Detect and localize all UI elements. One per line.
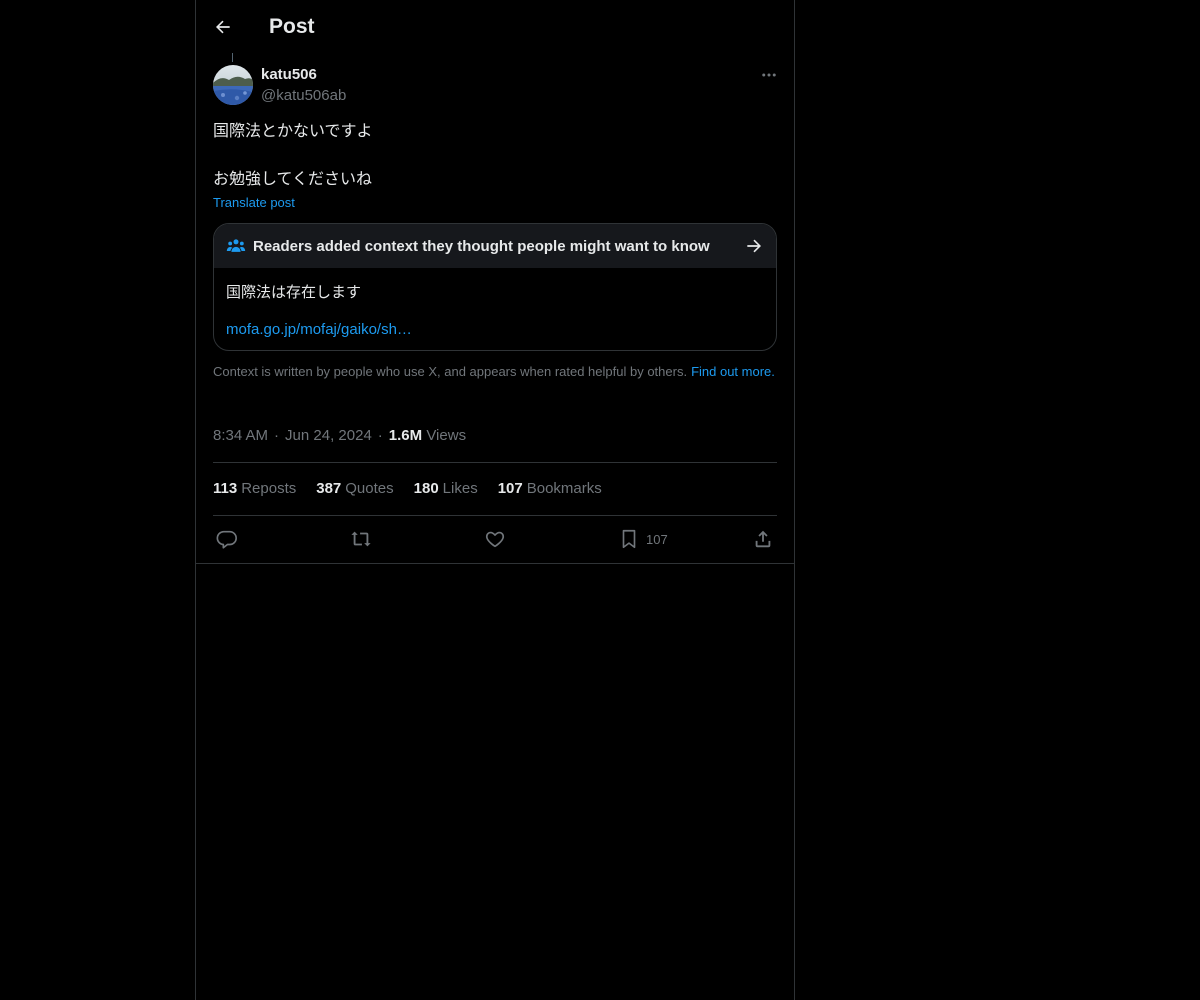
- reposts-stat[interactable]: 113 Reposts: [213, 479, 296, 499]
- community-note-body: 国際法は存在します: [226, 283, 362, 301]
- reply-button[interactable]: [216, 527, 238, 551]
- heart-icon: [485, 531, 505, 548]
- divider: [213, 515, 777, 516]
- page-title: Post: [269, 15, 315, 38]
- repost-icon: [351, 531, 371, 547]
- repost-button[interactable]: [350, 527, 372, 551]
- post-text: 国際法とかないですよ お勉強してくださいね: [213, 119, 373, 191]
- likes-stat[interactable]: 180 Likes: [414, 479, 478, 499]
- bookmark-icon: [622, 529, 636, 549]
- back-button[interactable]: [209, 13, 237, 41]
- post-text-line: 国際法とかないですよ: [213, 121, 373, 140]
- like-button[interactable]: [484, 527, 506, 551]
- community-note-title: Readers added context they thought peopl…: [253, 237, 710, 255]
- bookmark-count: 107: [646, 531, 668, 547]
- bookmarks-stat[interactable]: 107 Bookmarks: [498, 479, 602, 499]
- post-time[interactable]: 8:34 AM: [213, 427, 268, 444]
- more-horizontal-icon: [762, 73, 776, 77]
- post-meta: 8:34 AM · Jun 24, 2024 · 1.6M Views: [213, 427, 467, 444]
- people-icon: [226, 236, 246, 256]
- avatar[interactable]: [213, 65, 253, 105]
- post-bottom-border: [196, 563, 794, 564]
- views-count: 1.6M: [388, 427, 423, 444]
- community-note-footer: Context is written by people who use X, …: [213, 364, 777, 380]
- reply-icon: [216, 530, 237, 549]
- community-note: Readers added context they thought peopl…: [213, 223, 777, 351]
- community-note-link[interactable]: mofa.go.jp/mofaj/gaiko/sh…: [226, 321, 412, 338]
- author-handle[interactable]: @katu506ab: [261, 86, 346, 106]
- translate-post-link[interactable]: Translate post: [213, 195, 295, 210]
- header: Post: [196, 0, 794, 54]
- community-note-header[interactable]: Readers added context they thought peopl…: [214, 224, 776, 268]
- divider: [213, 462, 777, 463]
- share-icon: [755, 530, 771, 548]
- post-text-line: お勉強してくださいね: [213, 169, 373, 188]
- share-button[interactable]: [752, 527, 774, 551]
- quotes-stat[interactable]: 387 Quotes: [316, 479, 393, 499]
- arrow-right-icon: [744, 236, 764, 256]
- author-display-name[interactable]: katu506: [261, 65, 317, 85]
- post-column: Post katu506 @katu506ab 国際法とかないですよ お勉強して…: [195, 0, 795, 1000]
- post-date[interactable]: Jun 24, 2024: [285, 427, 372, 444]
- find-out-more-link[interactable]: Find out more.: [691, 364, 775, 379]
- views-label: Views: [426, 427, 467, 444]
- community-note-footer-text: Context is written by people who use X, …: [213, 364, 688, 379]
- bookmark-button[interactable]: 107: [618, 527, 668, 551]
- post-stats: 113 Reposts 387 Quotes 180 Likes 107 Bookmar…: [213, 479, 622, 499]
- arrow-left-icon: [216, 20, 230, 34]
- more-button[interactable]: [757, 63, 781, 87]
- thread-line: [232, 53, 233, 62]
